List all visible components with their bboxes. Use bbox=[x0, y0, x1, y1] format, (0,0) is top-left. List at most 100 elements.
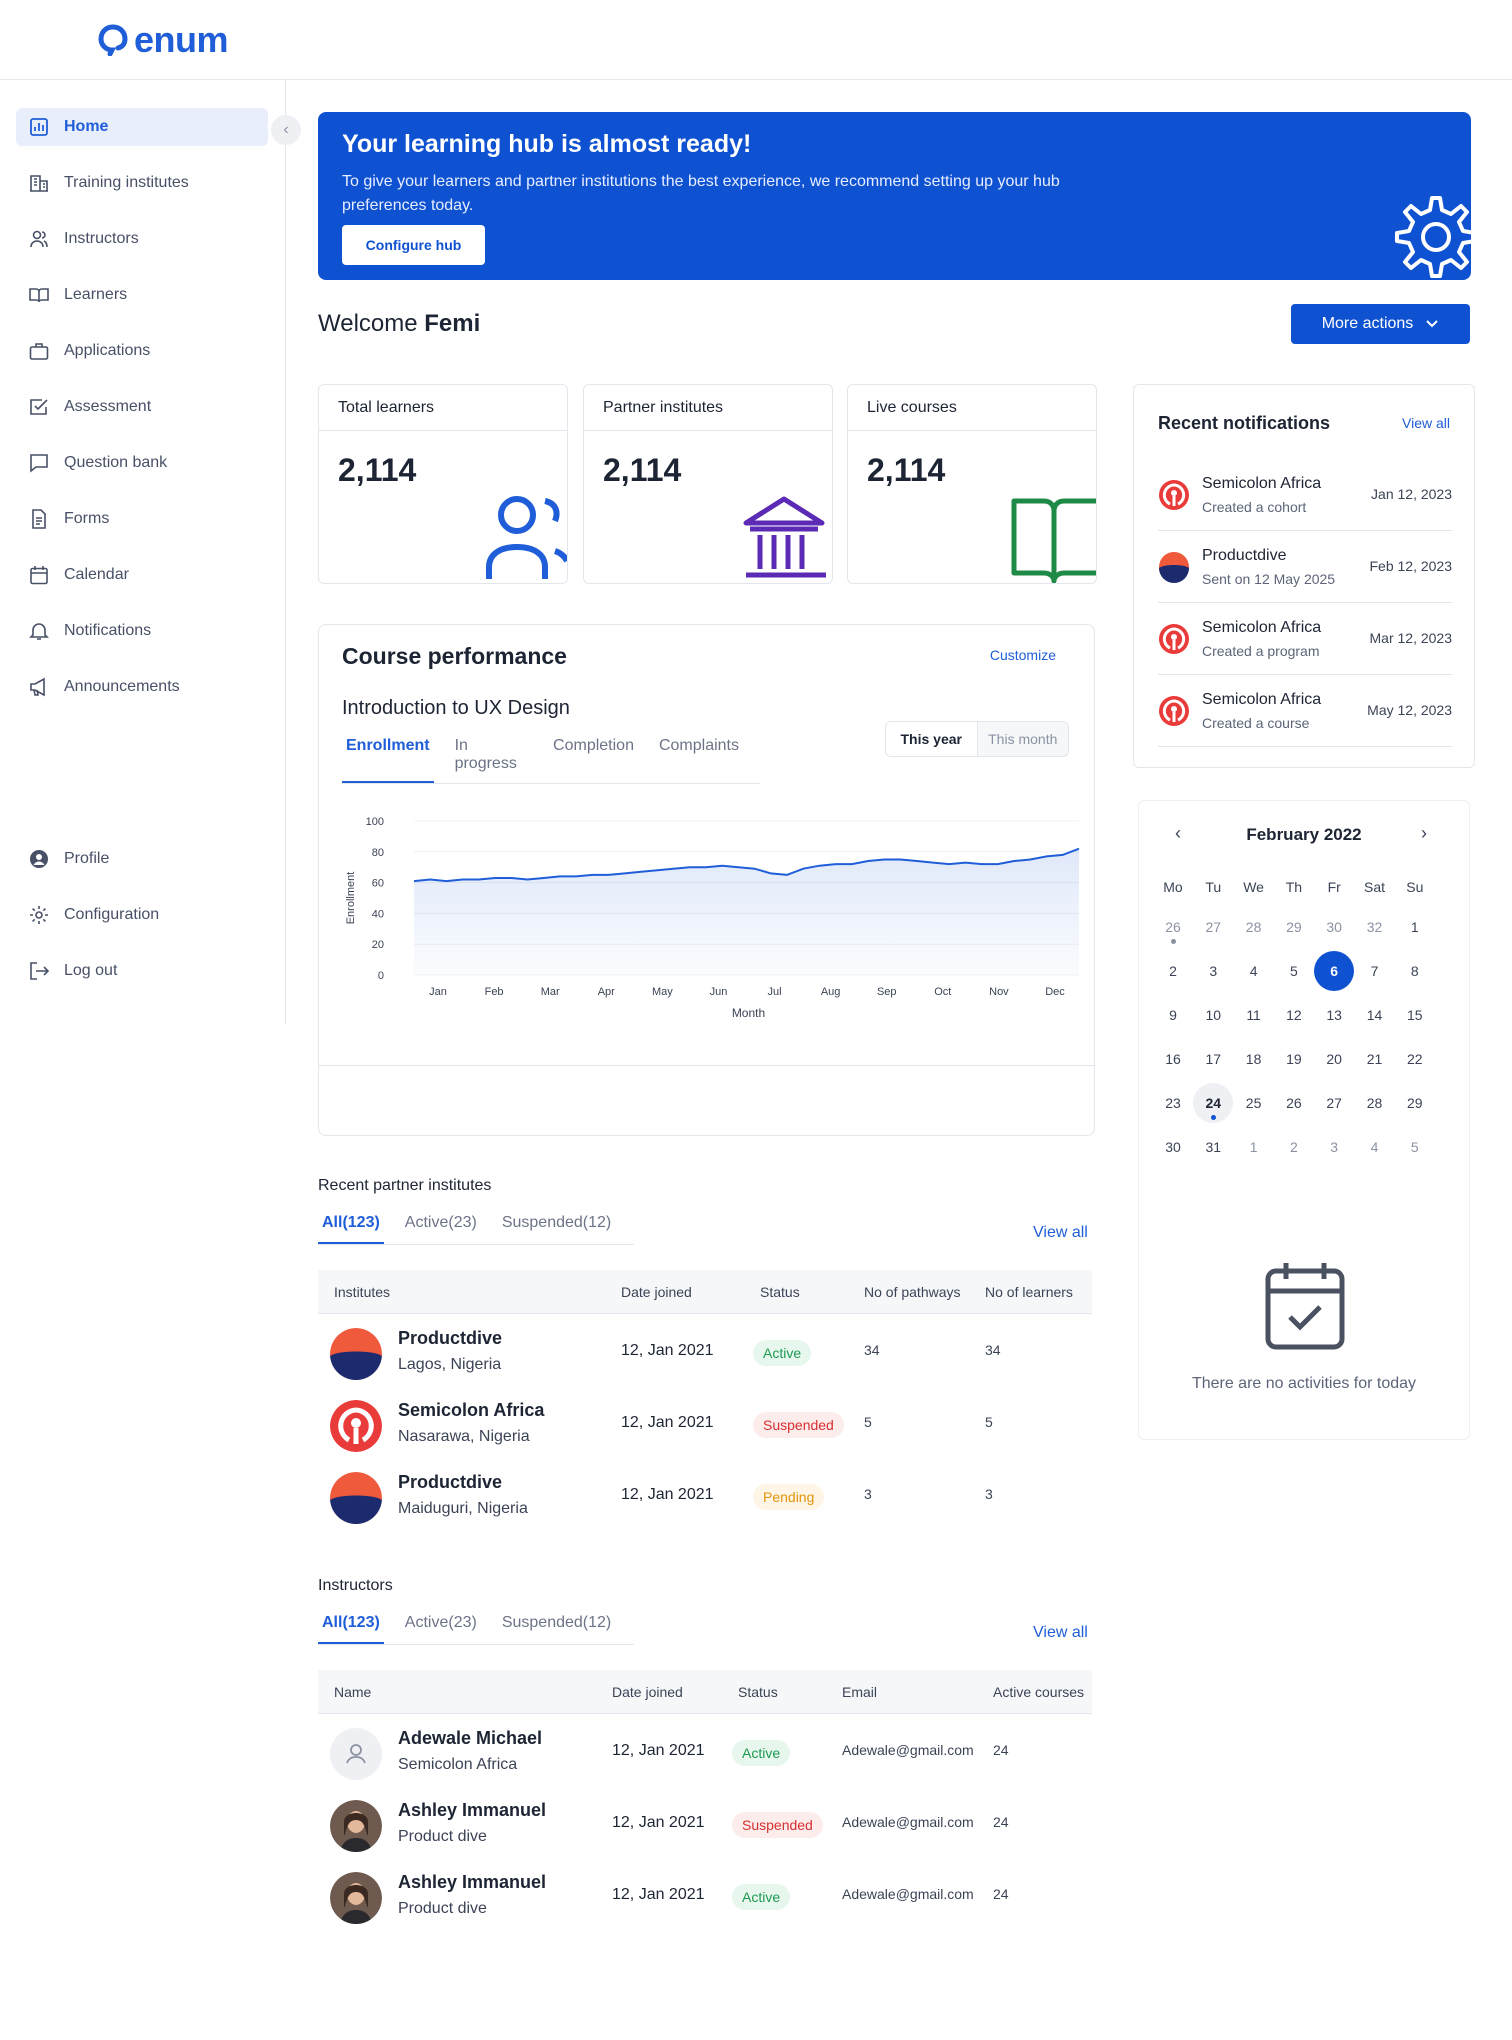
calendar-day[interactable]: 13 bbox=[1314, 995, 1354, 1035]
calendar-day[interactable]: 12 bbox=[1274, 995, 1314, 1035]
sidebar-item-home[interactable]: Home bbox=[16, 108, 268, 146]
table-row[interactable]: Semicolon Africa Nasarawa, Nigeria 12, J… bbox=[318, 1386, 1092, 1458]
calendar-weekday-label: Su bbox=[1406, 879, 1424, 895]
calendar-day[interactable]: 1 bbox=[1234, 1127, 1274, 1167]
calendar-day[interactable]: 6 bbox=[1314, 951, 1355, 991]
notification-desc: Created a program bbox=[1202, 643, 1320, 659]
calendar-month-title: February 2022 bbox=[1246, 825, 1362, 844]
tab-in-progress[interactable]: In progress bbox=[451, 737, 532, 783]
calendar-day[interactable]: 15 bbox=[1395, 995, 1435, 1035]
table-row[interactable]: Ashley Immanuel Product dive 12, Jan 202… bbox=[318, 1858, 1092, 1930]
sidebar-item-notifications[interactable]: Notifications bbox=[16, 612, 268, 650]
notification-item[interactable]: Semicolon Africa Created a program Mar 1… bbox=[1158, 603, 1452, 675]
configure-hub-button[interactable]: Configure hub bbox=[342, 225, 485, 265]
tab-enrollment[interactable]: Enrollment bbox=[342, 737, 434, 783]
sidebar-item-calendar[interactable]: Calendar bbox=[16, 556, 268, 594]
partners-view-all-link[interactable]: View all bbox=[1033, 1224, 1088, 1242]
tab-suspended[interactable]: Suspended(12) bbox=[498, 1614, 615, 1644]
table-row[interactable]: Ashley Immanuel Product dive 12, Jan 202… bbox=[318, 1786, 1092, 1858]
calendar-day[interactable]: 11 bbox=[1234, 995, 1274, 1035]
semicolon-logo-icon bbox=[1159, 624, 1189, 654]
calendar-day[interactable]: 19 bbox=[1274, 1039, 1314, 1079]
tab-all[interactable]: All(123) bbox=[318, 1214, 384, 1244]
notification-item[interactable]: Semicolon Africa Created a cohort Jan 12… bbox=[1158, 459, 1452, 531]
calendar-day[interactable]: 29 bbox=[1274, 907, 1314, 947]
table-row[interactable]: Adewale Michael Semicolon Africa 12, Jan… bbox=[318, 1714, 1092, 1786]
more-actions-button[interactable]: More actions bbox=[1291, 304, 1470, 344]
calendar-day[interactable]: 21 bbox=[1355, 1039, 1395, 1079]
calendar-day[interactable]: 3 bbox=[1314, 1127, 1354, 1167]
sidebar-item-training-institutes[interactable]: Training institutes bbox=[16, 164, 268, 202]
calendar-day[interactable]: 32 bbox=[1355, 907, 1395, 947]
calendar-day[interactable]: 23 bbox=[1153, 1083, 1193, 1123]
sidebar-item-instructors[interactable]: Instructors bbox=[16, 220, 268, 258]
sidebar-item-announcements[interactable]: Announcements bbox=[16, 668, 268, 706]
welcome-user-name: Femi bbox=[424, 310, 481, 337]
sidebar-item-logout[interactable]: Log out bbox=[16, 952, 268, 990]
calendar-day[interactable]: 30 bbox=[1153, 1127, 1193, 1167]
sidebar-item-applications[interactable]: Applications bbox=[16, 332, 268, 370]
more-actions-label: More actions bbox=[1321, 315, 1414, 332]
stat-card-partner-institutes[interactable]: Partner institutes 2,114 bbox=[583, 384, 833, 584]
calendar-day[interactable]: 5 bbox=[1395, 1127, 1435, 1167]
tab-active[interactable]: Active(23) bbox=[401, 1214, 481, 1244]
calendar-day[interactable]: 28 bbox=[1234, 907, 1274, 947]
calendar-day[interactable]: 16 bbox=[1153, 1039, 1193, 1079]
table-row[interactable]: Productdive Lagos, Nigeria 12, Jan 2021 … bbox=[318, 1314, 1092, 1386]
notification-item[interactable]: Semicolon Africa Created a course May 12… bbox=[1158, 675, 1452, 747]
sidebar-item-profile[interactable]: Profile bbox=[16, 840, 268, 878]
tab-complaints[interactable]: Complaints bbox=[655, 737, 743, 783]
calendar-day[interactable]: 2 bbox=[1153, 951, 1193, 991]
tab-completion[interactable]: Completion bbox=[549, 737, 638, 783]
semicolon-logo-icon bbox=[1159, 696, 1189, 726]
y-tick-label: 20 bbox=[372, 939, 384, 951]
calendar-day[interactable]: 4 bbox=[1234, 951, 1274, 991]
calendar-day[interactable]: 22 bbox=[1395, 1039, 1435, 1079]
calendar-day[interactable]: 25 bbox=[1234, 1083, 1274, 1123]
calendar-day[interactable]: 20 bbox=[1314, 1039, 1354, 1079]
sidebar-item-learners[interactable]: Learners bbox=[16, 276, 268, 314]
stat-card-live-courses[interactable]: Live courses 2,114 bbox=[847, 384, 1097, 584]
period-this-month[interactable]: This month bbox=[978, 722, 1069, 756]
calendar-day[interactable]: 8 bbox=[1395, 951, 1435, 991]
calendar-day[interactable]: 4 bbox=[1355, 1127, 1395, 1167]
customize-link[interactable]: Customize bbox=[990, 647, 1056, 663]
tab-active[interactable]: Active(23) bbox=[401, 1614, 481, 1644]
sidebar-item-question-bank[interactable]: Question bank bbox=[16, 444, 268, 482]
period-this-year[interactable]: This year bbox=[886, 722, 978, 756]
sidebar-item-forms[interactable]: Forms bbox=[16, 500, 268, 538]
calendar-day[interactable]: 10 bbox=[1193, 995, 1233, 1035]
calendar-day[interactable]: 31 bbox=[1193, 1127, 1233, 1167]
stat-card-total-learners[interactable]: Total learners 2,114 bbox=[318, 384, 568, 584]
tab-suspended[interactable]: Suspended(12) bbox=[498, 1214, 615, 1244]
notification-item[interactable]: Productdive Sent on 12 May 2025 Feb 12, … bbox=[1158, 531, 1452, 603]
calendar-day[interactable]: 3 bbox=[1193, 951, 1233, 991]
sidebar: ‹ Home Training institutes Instructors L… bbox=[0, 80, 301, 1024]
calendar-day[interactable]: 5 bbox=[1274, 951, 1314, 991]
calendar-day[interactable]: 26 bbox=[1274, 1083, 1314, 1123]
notifications-view-all-link[interactable]: View all bbox=[1402, 415, 1450, 431]
calendar-day[interactable]: 18 bbox=[1234, 1039, 1274, 1079]
tab-all[interactable]: All(123) bbox=[318, 1614, 384, 1644]
calendar-day[interactable]: 7 bbox=[1355, 951, 1395, 991]
calendar-day[interactable]: 9 bbox=[1153, 995, 1193, 1035]
calendar-day[interactable]: 1 bbox=[1395, 907, 1435, 947]
sidebar-item-assessment[interactable]: Assessment bbox=[16, 388, 268, 426]
institute-location: Nasarawa, Nigeria bbox=[398, 1428, 530, 1445]
calendar-day[interactable]: 27 bbox=[1193, 907, 1233, 947]
calendar-day[interactable]: 30 bbox=[1314, 907, 1354, 947]
instructors-view-all-link[interactable]: View all bbox=[1033, 1624, 1088, 1642]
table-row[interactable]: Productdive Maiduguri, Nigeria 12, Jan 2… bbox=[318, 1458, 1092, 1530]
next-month-button[interactable]: › bbox=[1421, 823, 1427, 844]
productdive-logo-icon bbox=[1159, 552, 1189, 583]
calendar-day[interactable]: 29 bbox=[1395, 1083, 1435, 1123]
collapse-sidebar-button[interactable]: ‹ bbox=[271, 115, 301, 145]
brand-logo[interactable]: enum bbox=[98, 19, 229, 60]
calendar-day[interactable]: 28 bbox=[1355, 1083, 1395, 1123]
calendar-day[interactable]: 2 bbox=[1274, 1127, 1314, 1167]
calendar-day[interactable]: 14 bbox=[1355, 995, 1395, 1035]
semicolon-logo-icon bbox=[1159, 480, 1189, 510]
calendar-day[interactable]: 27 bbox=[1314, 1083, 1354, 1123]
calendar-day[interactable]: 17 bbox=[1193, 1039, 1233, 1079]
sidebar-item-configuration[interactable]: Configuration bbox=[16, 896, 268, 934]
